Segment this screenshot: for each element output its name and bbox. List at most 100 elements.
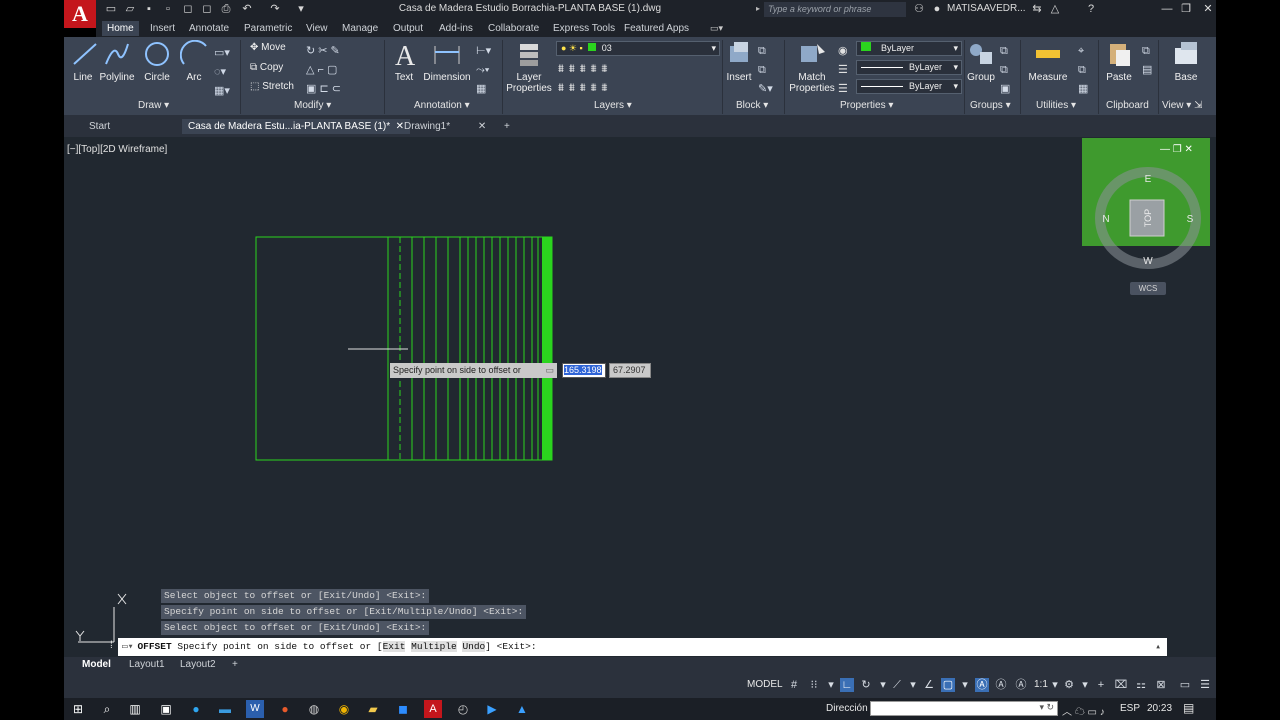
command-line-grip-icon[interactable]: ⁞ [110,640,113,651]
user-icon[interactable]: ● [930,2,944,16]
text-button[interactable]: A Text [390,40,418,83]
recent-commands-icon[interactable]: ▴ [1155,638,1161,656]
autodesk-app-icon[interactable]: △ [1048,2,1062,16]
clean-screen-icon[interactable]: ⊠ [1154,678,1168,692]
binoculars-icon[interactable]: ⚇ [912,2,926,16]
address-toolbar-input[interactable]: ▾ ↻ [870,701,1058,716]
web-save-icon[interactable]: ◻ [181,2,195,16]
app-icon[interactable]: ◍ [305,700,323,718]
task-view-icon[interactable]: ▥ [126,700,144,718]
notifications-icon[interactable]: ▤ [1183,701,1194,715]
utility-tools-icons[interactable]: ⌖ ⧉ ▦ [1078,42,1088,99]
layer-properties-button[interactable]: Layer Properties [506,40,552,94]
photos-app-icon[interactable]: ▲ [513,700,531,718]
restore-icon[interactable]: ❐ [1176,2,1196,17]
annotation-panel-title[interactable]: Annotation ▾ [414,100,470,111]
layout-tab-layout2[interactable]: Layout2 [180,658,216,672]
polar-icon[interactable]: ↻ [859,678,873,692]
snap-icon[interactable]: ⁝⁝ [807,678,821,692]
powerpoint-icon[interactable]: ● [276,700,294,718]
base-view-button[interactable]: Base [1168,40,1204,83]
clipboard-tools-icons[interactable]: ⧉ ▤ [1142,42,1152,80]
properties-panel-title[interactable]: Properties ▾ [840,100,893,111]
user-name[interactable]: MATISAAVEDR... [947,3,1026,14]
draw-extra-tools[interactable]: ▭▾ ◌▾ ▦▾ [214,44,230,101]
open-folder-icon[interactable]: ▱ [123,2,137,16]
chevron-down-icon[interactable]: ▾ [958,678,972,692]
group-button[interactable]: Group [966,40,996,83]
annotation-scale-icon[interactable]: Ⓐ [1014,678,1028,692]
tab-collaborate[interactable]: Collaborate [483,21,544,36]
layer-dropdown[interactable]: ● ☀ ▪ 03 ▾ [556,41,720,56]
fullscreen-icon[interactable]: ▭ [1178,678,1192,692]
close-tab-icon[interactable]: ✕ [453,121,486,132]
tab-home[interactable]: Home [102,21,139,36]
tab-manage[interactable]: Manage [337,21,383,36]
tab-parametric[interactable]: Parametric [239,21,297,36]
object-snap-tracking-icon[interactable]: ∠ [922,678,936,692]
command-line-input[interactable]: ▭▾ OFFSET Specify point on side to offset… [118,638,1167,656]
viewcube[interactable]: TOP E N S W [1082,138,1210,270]
autocad-logo-icon[interactable]: A [64,0,96,28]
mail-icon[interactable]: ▬ [216,700,234,718]
store-icon[interactable]: ▣ [157,700,175,718]
cart-icon[interactable]: ⇆ [1030,2,1044,16]
options-arrow-icon[interactable]: ▭ [545,363,554,378]
ribbon-options-icon[interactable]: ▭▾ [710,23,723,34]
option-undo[interactable]: Undo [462,641,486,652]
tab-add-ins[interactable]: Add-ins [434,21,478,36]
word-icon[interactable]: W [246,700,264,718]
doc-tab-active[interactable]: Casa de Madera Estu...ia-PLANTA BASE (1)… [182,119,411,134]
help-icon[interactable]: ? [1084,2,1098,16]
doc-tab-drawing1[interactable]: Drawing1* ✕ [404,119,486,134]
model-space-toggle[interactable]: MODEL [747,679,783,690]
line-button[interactable]: Line [70,40,97,83]
refresh-icon[interactable]: ▾ ↻ [1039,702,1054,713]
object-snap-icon[interactable]: ▢ [941,678,955,692]
view-panel-title[interactable]: View ▾ ⇲ [1162,100,1202,111]
search-expand-icon[interactable]: ▸ [756,4,760,13]
measure-button[interactable]: Measure [1026,40,1070,83]
web-open-icon[interactable]: ◻ [200,2,214,16]
minimize-icon[interactable]: — [1157,2,1177,17]
groups-panel-title[interactable]: Groups ▾ [970,100,1011,111]
group-tools-icons[interactable]: ⧉ ⧉ ▣ [1000,42,1010,99]
layout-tab-model[interactable]: Model [82,658,111,672]
tab-view[interactable]: View [301,21,333,36]
modify-panel-title[interactable]: Modify ▾ [294,100,331,111]
annotation-tools-icons[interactable]: ⊢▾ ⤳▾ ▦ [476,42,491,99]
copy-button[interactable]: ⧉ Copy [250,62,283,73]
polyline-button[interactable]: Polyline [99,40,135,83]
viewport-window-controls[interactable]: — ❐ ✕ [1160,144,1193,155]
plot-icon[interactable]: ⎙ [219,2,233,16]
annotation-monitor-icon[interactable]: + [1094,678,1108,692]
block-panel-title[interactable]: Block ▾ [736,100,768,111]
paste-button[interactable]: Paste [1102,40,1136,83]
redo-icon[interactable]: ↷ [268,2,282,16]
tab-annotate[interactable]: Annotate [184,21,234,36]
dimension-button[interactable]: Dimension [422,40,472,83]
ortho-icon[interactable]: ∟ [840,678,854,692]
block-tools-icons[interactable]: ⧉ ⧉ ✎▾ [758,42,773,99]
arc-button[interactable]: Arc [180,40,208,83]
quick-access-menu-icon[interactable]: ▾ [294,2,308,16]
distance-input[interactable]: 165.3198 [562,363,606,378]
language-indicator[interactable]: ESP [1120,703,1140,714]
undo-icon[interactable]: ↶ [240,2,254,16]
tab-insert[interactable]: Insert [145,21,180,36]
clock-app-icon[interactable]: ◴ [454,700,472,718]
chevron-down-icon[interactable]: ▾ [906,678,920,692]
isodraft-icon[interactable]: ⟋ [890,678,904,692]
annotation-scale-value[interactable]: 1:1 [1034,679,1048,690]
annotation-autoscale-icon[interactable]: Ⓐ [994,678,1008,692]
circle-button[interactable]: Circle [142,40,172,83]
modify-tools-icons[interactable]: ↻ ✂ ✎ △ ⌐ ▢ ▣ ⊏ ⊂ [306,42,341,99]
color-dropdown[interactable]: ByLayer ▾ [856,41,962,56]
tab-express-tools[interactable]: Express Tools [548,21,620,36]
layers-panel-title[interactable]: Layers ▾ [594,100,632,111]
drawing-geometry[interactable] [64,137,1216,657]
save-as-icon[interactable]: ▫ [161,2,175,16]
option-multiple[interactable]: Multiple [411,641,457,652]
angle-input[interactable]: 67.2907 [609,363,651,378]
close-tab-icon[interactable]: ✕ [393,121,404,132]
